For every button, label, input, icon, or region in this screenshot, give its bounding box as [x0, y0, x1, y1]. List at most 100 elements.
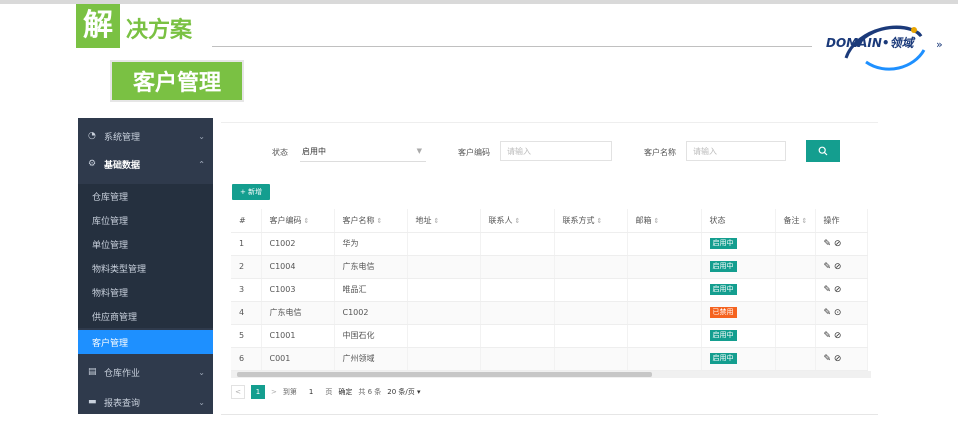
edit-icon[interactable]: ✎	[824, 285, 834, 295]
cell-code: 广东电信	[261, 301, 335, 325]
status-select[interactable]: 启用中 ▼	[300, 142, 426, 162]
cell-code: C1002	[261, 232, 335, 256]
sidebar-item-material[interactable]: 物料管理	[78, 280, 213, 304]
col-header-ops: 操作	[815, 209, 868, 233]
cell-ops: ✎ ⊘	[815, 255, 868, 279]
pagination: < 1 > 到第 1 页 确定 共 6 条 20 条/页 ▾	[231, 384, 420, 400]
cell-contact	[480, 232, 555, 256]
status-badge: 启用中	[709, 261, 737, 272]
cell-status: 已禁用	[701, 301, 776, 325]
sidebar-group-system[interactable]: ◔ 系统管理 ⌄	[78, 124, 213, 148]
cell-index: 4	[231, 301, 262, 325]
add-button[interactable]: + 新增	[232, 184, 270, 200]
sidebar-group-reports[interactable]: ▬ 报表查询 ⌄	[78, 390, 213, 414]
sidebar: ◔ 系统管理 ⌄ ⚙ 基础数据 ⌃ 仓库管理 库位管理 单位管理 物料类型管理 …	[78, 118, 213, 414]
col-header-remark[interactable]: 备注 ⇕	[775, 209, 816, 233]
sidebar-item-unit[interactable]: 单位管理	[78, 232, 213, 256]
cell-phone	[554, 255, 628, 279]
status-badge: 启用中	[709, 238, 737, 249]
col-header-label: 客户名称	[342, 215, 375, 225]
prev-page-button[interactable]: <	[231, 385, 245, 399]
edit-icon[interactable]: ✎	[824, 308, 834, 318]
cell-contact	[480, 301, 555, 325]
enable-icon[interactable]: ⊙	[834, 308, 842, 318]
table-row[interactable]: 1 C1002 华为 启用中 ✎ ⊘	[231, 232, 868, 256]
col-header-phone[interactable]: 联系方式 ⇕	[554, 209, 628, 233]
page-unit-label: 页	[325, 388, 333, 396]
gear-icon: ⚙	[88, 159, 97, 169]
cell-status: 启用中	[701, 324, 776, 348]
sidebar-item-supplier[interactable]: 供应商管理	[78, 304, 213, 328]
disable-icon[interactable]: ⊘	[834, 239, 842, 249]
col-header-name[interactable]: 客户名称 ⇕	[334, 209, 408, 233]
logo-text: DOMAIN•领域	[826, 36, 914, 50]
edit-icon[interactable]: ✎	[824, 239, 834, 249]
col-header-code[interactable]: 客户编码 ⇕	[261, 209, 335, 233]
col-header-email[interactable]: 邮箱 ⇕	[627, 209, 702, 233]
table-row[interactable]: 4 广东电信 C1002 已禁用 ✎ ⊙	[231, 301, 868, 325]
col-header-label: 备注	[783, 215, 800, 225]
cell-name: 华为	[334, 232, 408, 256]
domain-logo: DOMAIN•领域 »	[826, 18, 944, 78]
sidebar-item-location[interactable]: 库位管理	[78, 208, 213, 232]
cell-phone	[554, 324, 628, 348]
disable-icon[interactable]: ⊘	[834, 354, 842, 364]
cell-index: 1	[231, 232, 262, 256]
sort-icon: ⇕	[653, 216, 660, 225]
table-row[interactable]: 2 C1004 广东电信 启用中 ✎ ⊘	[231, 255, 868, 279]
edit-icon[interactable]: ✎	[824, 262, 834, 272]
sidebar-item-warehouse[interactable]: 仓库管理	[78, 184, 213, 208]
cell-code: C1004	[261, 255, 335, 279]
cell-address	[407, 255, 481, 279]
table-row[interactable]: 3 C1003 唯品汇 启用中 ✎ ⊘	[231, 278, 868, 302]
chevron-down-icon: ⌄	[198, 131, 205, 141]
edit-icon[interactable]: ✎	[824, 331, 834, 341]
col-header-contact[interactable]: 联系人 ⇕	[480, 209, 555, 233]
chevron-down-icon: ▼	[416, 147, 422, 155]
clipboard-icon: ▤	[88, 367, 97, 377]
sort-icon: ⇕	[303, 216, 310, 225]
slide-title-first-char: 解	[76, 4, 120, 48]
goto-page-input[interactable]: 1	[303, 388, 319, 396]
cell-name: 唯品汇	[334, 278, 408, 302]
sidebar-group-warehouse-ops[interactable]: ▤ 仓库作业 ⌄	[78, 360, 213, 384]
table-row[interactable]: 6 C001 广州领域 启用中 ✎ ⊘	[231, 347, 868, 371]
cell-index: 5	[231, 324, 262, 348]
chevron-up-icon: ⌃	[198, 159, 205, 169]
page-size-select[interactable]: 20 条/页 ▾	[387, 387, 420, 397]
disable-icon[interactable]: ⊘	[834, 331, 842, 341]
next-page-button[interactable]: >	[271, 388, 277, 396]
sidebar-item-material-type[interactable]: 物料类型管理	[78, 256, 213, 280]
cell-phone	[554, 232, 628, 256]
slide-title-rest: 决方案	[126, 18, 193, 43]
sidebar-group-label: 系统管理	[104, 132, 141, 143]
chevron-down-icon: ⌄	[198, 367, 205, 377]
cell-name: 广州领域	[334, 347, 408, 371]
disable-icon[interactable]: ⊘	[834, 262, 842, 272]
sidebar-group-label: 基础数据	[104, 160, 141, 171]
cell-contact	[480, 324, 555, 348]
search-button[interactable]	[806, 140, 840, 162]
logo-arrows: »	[936, 38, 943, 51]
customer-name-input[interactable]: 请输入	[686, 141, 786, 161]
table-row[interactable]: 5 C1001 中国石化 启用中 ✎ ⊘	[231, 324, 868, 348]
col-header-label: 邮箱	[635, 215, 652, 225]
goto-confirm-button[interactable]: 确定	[338, 387, 352, 397]
table-header-row: # 客户编码 ⇕ 客户名称 ⇕ 地址 ⇕ 联系人 ⇕ 联系方式 ⇕ 邮箱 ⇕ 状态 备注 ⇕ …	[231, 209, 868, 233]
disable-icon[interactable]: ⊘	[834, 285, 842, 295]
top-divider	[0, 0, 958, 4]
sidebar-group-basic-data[interactable]: ⚙ 基础数据 ⌃	[78, 152, 213, 176]
sidebar-item-customer[interactable]: 客户管理	[78, 330, 213, 354]
cell-phone	[554, 347, 628, 371]
cell-contact	[480, 347, 555, 371]
cell-contact	[480, 255, 555, 279]
col-header-address[interactable]: 地址 ⇕	[407, 209, 481, 233]
page-1-button[interactable]: 1	[251, 385, 265, 399]
cell-email	[627, 324, 702, 348]
edit-icon[interactable]: ✎	[824, 354, 834, 364]
cell-address	[407, 301, 481, 325]
customer-code-input[interactable]: 请输入	[500, 141, 612, 161]
cell-phone	[554, 301, 628, 325]
col-header-index: #	[231, 209, 262, 233]
scrollbar-thumb[interactable]	[237, 372, 652, 377]
